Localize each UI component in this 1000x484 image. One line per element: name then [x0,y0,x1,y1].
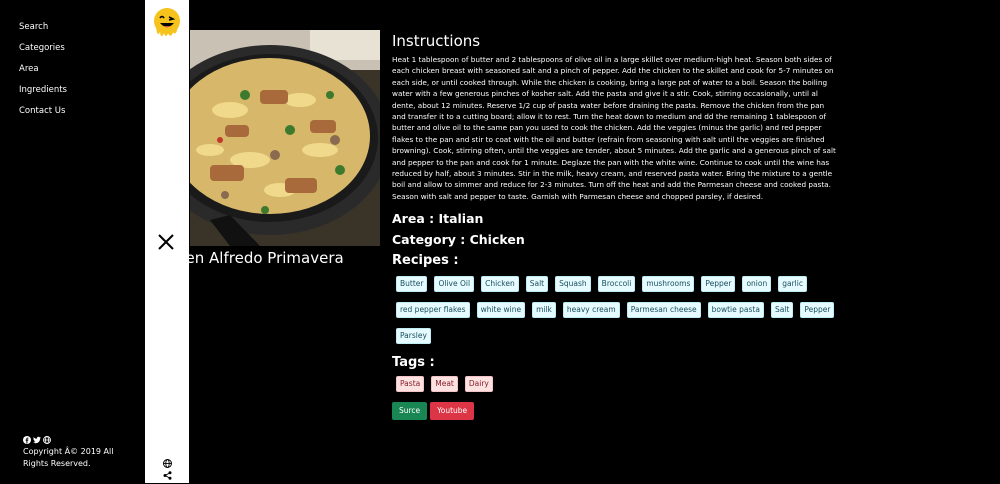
nav-footer: Copyright Â© 2019 All Rights Reserved. [23,436,123,470]
instructions-heading: Instructions [392,32,481,50]
ingredient-chip: bowtie pasta [707,302,764,319]
ingredient-chip: heavy cream [562,302,620,319]
nav-item-categories[interactable]: Categories [19,38,67,59]
facebook-icon[interactable] [23,436,31,444]
copyright-text: Copyright Â© 2019 All Rights Reserved. [23,447,114,468]
ingredient-chip: Pepper [701,276,736,293]
ingredient-chip: Pepper [800,302,835,319]
recipes-heading: Recipes : [392,253,459,269]
nav-item-area[interactable]: Area [19,59,67,80]
nav-item-search[interactable]: Search [19,17,67,38]
ingredient-chip: onion [742,276,772,293]
tags-heading: Tags : [392,355,435,371]
twitter-icon[interactable] [33,436,41,444]
ingredient-chip: white wine [476,302,526,319]
source-button[interactable]: Surce [392,402,428,421]
ingredient-chip: Salt [525,276,549,293]
ingredient-list: Butter Olive Oil Chicken Salt Squash Bro… [396,276,836,345]
ingredient-chip: garlic [778,276,807,293]
share-icon[interactable] [163,465,172,484]
action-buttons: Surce Youtube [392,402,840,421]
instructions-text: Heat 1 tablespoon of butter and 2 tables… [392,55,836,201]
ingredient-chip: Broccoli [597,276,636,293]
ingredient-chip: Squash [555,276,591,293]
tag-list: Pasta Meat Dairy [396,376,836,393]
meal-image [190,30,380,246]
side-nav: Search Categories Area Ingredients Conta… [0,0,145,483]
ingredient-chip: Parsley [396,328,431,345]
logo-icon[interactable] [152,6,182,44]
ingredient-chip: milk [532,302,556,319]
tag-chip: Dairy [464,376,493,393]
ingredient-chip: mushrooms [642,276,695,293]
nav-item-ingredients[interactable]: Ingredients [19,80,67,101]
nav-list: Search Categories Area Ingredients Conta… [19,17,67,122]
close-icon[interactable] [157,233,175,255]
globe-small-icon[interactable] [43,436,51,444]
social-icons [23,436,123,444]
sidebar-toggle-panel [145,0,189,483]
nav-item-contact-us[interactable]: Contact Us [19,101,67,122]
ingredient-chip: Olive Oil [434,276,475,293]
meal-details: Instructions Heat 1 tablespoon of butter… [392,32,840,421]
category-label: Category : Chicken [392,232,525,248]
ingredient-chip: Salt [770,302,794,319]
ingredient-chip: Parmesan cheese [626,302,701,319]
youtube-button[interactable]: Youtube [430,402,475,421]
ingredient-chip: red pepper flakes [396,302,470,319]
tag-chip: Pasta [396,376,425,393]
area-label: Area : Italian [392,211,484,227]
ingredient-chip: Butter [396,276,428,293]
ingredient-chip: Chicken [481,276,519,293]
tag-chip: Meat [431,376,458,393]
